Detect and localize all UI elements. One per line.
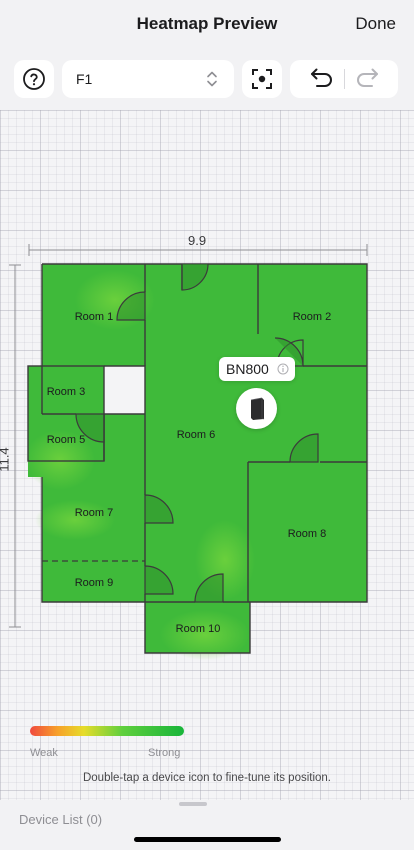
fit-view-button[interactable]: [242, 60, 282, 98]
device-name-tag[interactable]: BN800: [219, 357, 295, 381]
room-label: Room 8: [288, 528, 327, 540]
legend-strong-label: Strong: [148, 747, 181, 759]
room-label: Room 9: [75, 577, 114, 589]
floorplan-map: Room 1 Room 2 Room 3 Room 5 Room 6 Room …: [25, 263, 368, 660]
undo-redo-group: [290, 60, 398, 98]
home-indicator: [134, 837, 281, 842]
navigation-bar: Heatmap Preview Done: [0, 0, 414, 52]
redo-arrow-icon: [356, 68, 378, 87]
undo-button[interactable]: [308, 66, 334, 93]
room-label: Room 5: [47, 434, 86, 446]
toolbar: F1: [0, 52, 414, 110]
divider: [343, 69, 345, 89]
page-title: Heatmap Preview: [136, 14, 278, 33]
help-button[interactable]: [14, 60, 54, 98]
floor-select[interactable]: F1: [62, 60, 234, 98]
router-device-icon: [250, 397, 264, 420]
focus-frame-icon: [252, 69, 272, 89]
floor-value: F1: [76, 71, 93, 87]
done-button[interactable]: Done: [355, 14, 396, 34]
room-label: Room 7: [75, 507, 114, 519]
room-label: Room 1: [75, 311, 114, 323]
info-circle-icon[interactable]: [277, 363, 289, 375]
device-list-label: Device List (0): [19, 812, 103, 827]
redo-button[interactable]: [355, 66, 381, 93]
device-marker[interactable]: [236, 388, 277, 429]
legend-weak-label: Weak: [30, 747, 58, 759]
room-label: Room 3: [47, 386, 86, 398]
floorplan-canvas[interactable]: 9.9 11.4 Room 1 Room 2 Room 3 Room 5 Roo…: [0, 110, 414, 800]
sheet-grabber[interactable]: [179, 802, 207, 806]
room-label: Room 6: [177, 429, 216, 441]
signal-strength-legend: [30, 726, 184, 736]
room-label: Room 2: [293, 311, 332, 323]
device-list-sheet[interactable]: Device List (0): [0, 800, 414, 850]
question-circle-icon: [23, 68, 45, 90]
chevron-up-down-icon: [207, 71, 217, 87]
hint-text: Double-tap a device icon to fine-tune it…: [82, 772, 332, 784]
room-label: Room 10: [176, 623, 221, 635]
undo-arrow-icon: [310, 68, 332, 87]
device-name: BN800: [226, 361, 269, 377]
